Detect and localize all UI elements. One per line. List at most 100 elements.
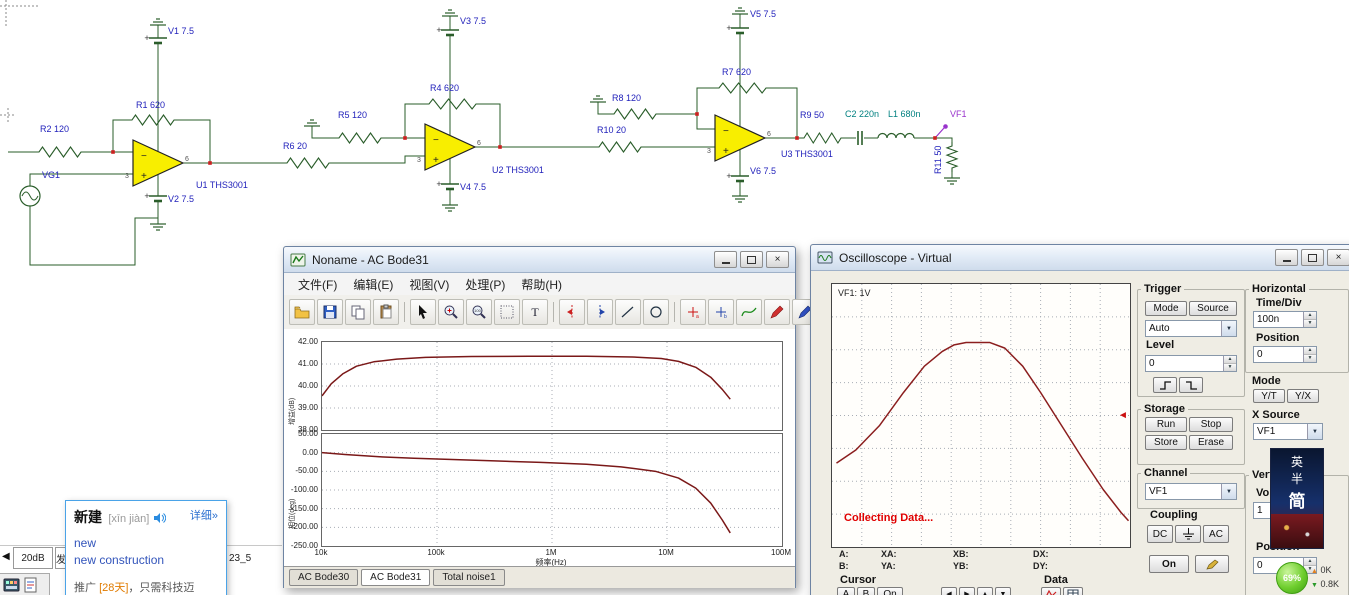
readout-b: B: [839, 561, 849, 571]
y-tick: 0.00 [302, 448, 318, 457]
trigger-falling-edge-button[interactable] [1179, 377, 1203, 393]
spin-up-icon[interactable]: ▲ [1224, 356, 1236, 364]
circle-tool-button[interactable] [643, 299, 669, 325]
sheet-tab-23-5[interactable]: 23_5 [229, 553, 251, 564]
ad-banner[interactable]: 英 半 简 [1270, 448, 1324, 549]
probe-button[interactable] [1195, 555, 1229, 573]
zoom-in-button[interactable] [438, 299, 464, 325]
spinner-arrows: ▲▼ [1303, 312, 1316, 327]
bode-chart-area[interactable]: 增益(dB) 42.00 41.00 40.00 39.00 38.00 相位(… [284, 329, 795, 567]
tab-ac-bode30[interactable]: AC Bode30 [289, 569, 359, 586]
channel-dropdown[interactable]: VF1 ▼ [1145, 483, 1237, 500]
document-icon[interactable] [23, 577, 38, 593]
gain-plot[interactable] [321, 341, 783, 431]
cursor-a-button[interactable] [559, 299, 585, 325]
trigger-mode-button[interactable]: Mode [1145, 301, 1187, 316]
cursor-right-button[interactable]: ▶ [959, 587, 975, 595]
optimization-ball[interactable]: 69% [1276, 562, 1308, 594]
resistor-label: R4 620 [430, 83, 460, 93]
menu-view[interactable]: 视图(V) [401, 274, 457, 295]
copy-button[interactable] [345, 299, 371, 325]
maximize-button[interactable] [1301, 249, 1324, 266]
cursor-left-button[interactable]: ◀ [941, 587, 957, 595]
erase-button[interactable]: Erase [1189, 435, 1233, 450]
h-position-spinner[interactable]: 0 ▲ ▼ [1253, 346, 1317, 363]
svg-text:3: 3 [125, 173, 129, 180]
menu-file[interactable]: 文件(F) [290, 274, 345, 295]
spin-up-icon[interactable]: ▲ [1304, 347, 1316, 355]
yt-mode-button[interactable]: Y/T [1253, 389, 1285, 403]
net-speed-widget[interactable]: 69% ▲ 0K ▼ 0.8K [1276, 562, 1339, 594]
cursor-up-button[interactable]: ▲ [977, 587, 993, 595]
scope-on-button[interactable]: On [1149, 555, 1189, 573]
popup-promo[interactable]: 推广 [28天]，只需科技迈 [74, 579, 220, 595]
speaker-icon[interactable] [153, 512, 166, 524]
dropdown-arrow-icon[interactable]: ▼ [1221, 484, 1236, 499]
spin-down-icon[interactable]: ▼ [1224, 364, 1236, 371]
time-div-value: 100n [1257, 314, 1280, 325]
pointer-button[interactable] [410, 299, 436, 325]
sheet-tab-20db[interactable]: 20dB [13, 547, 53, 569]
trigger-source-button[interactable]: Source [1189, 301, 1237, 316]
grid-button[interactable] [494, 299, 520, 325]
dropdown-arrow-icon[interactable]: ▼ [1221, 321, 1236, 336]
opamp-label: U2 THS3001 [492, 165, 544, 175]
time-div-spinner[interactable]: 100n ▲ ▼ [1253, 311, 1317, 328]
menu-edit[interactable]: 编辑(E) [345, 274, 401, 295]
svg-text:+: + [723, 146, 729, 157]
cursor-a-button[interactable]: A [837, 587, 855, 595]
marker-b-button[interactable]: b [708, 299, 734, 325]
menu-process[interactable]: 处理(P) [457, 274, 513, 295]
trigger-level-label: Level [1146, 339, 1175, 351]
data-table-button[interactable] [1063, 587, 1083, 595]
bode-titlebar[interactable]: Noname - AC Bode31 × [284, 247, 795, 273]
spin-up-icon[interactable]: ▲ [1304, 312, 1316, 320]
cursor-down-button[interactable]: ▼ [995, 587, 1011, 595]
spin-down-icon[interactable]: ▼ [1304, 355, 1316, 362]
tab-scroll-left-icon[interactable]: ◀ [2, 551, 10, 562]
minimize-button[interactable] [714, 251, 737, 268]
yx-mode-button[interactable]: Y/X [1287, 389, 1319, 403]
collecting-status: Collecting Data... [844, 512, 934, 524]
trigger-level-spinner[interactable]: 0 ▲ ▼ [1145, 355, 1237, 372]
save-button[interactable] [317, 299, 343, 325]
menu-help[interactable]: 帮助(H) [513, 274, 570, 295]
tab-total-noise[interactable]: Total noise1 [433, 569, 505, 586]
cursor-b-button[interactable]: B [857, 587, 875, 595]
stop-button[interactable]: Stop [1189, 417, 1233, 432]
maximize-button[interactable] [740, 251, 763, 268]
line-tool-button[interactable] [615, 299, 641, 325]
data-export-button[interactable] [1041, 587, 1061, 595]
popup-detail-link[interactable]: 详细» [190, 507, 218, 523]
cursor-b-button[interactable] [587, 299, 613, 325]
interpolate-button[interactable] [736, 299, 762, 325]
tab-ac-bode31[interactable]: AC Bode31 [361, 569, 431, 586]
scope-titlebar[interactable]: Oscilloscope - Virtual × [811, 245, 1349, 271]
coupling-ac-button[interactable]: AC [1203, 525, 1229, 543]
run-button[interactable]: Run [1145, 417, 1187, 432]
close-button[interactable]: × [1327, 249, 1349, 266]
paste-button[interactable] [373, 299, 399, 325]
trigger-mode-dropdown[interactable]: Auto ▼ [1145, 320, 1237, 337]
phase-plot[interactable] [321, 433, 783, 547]
y-tick: -200.00 [290, 522, 318, 531]
falling-edge-icon [1185, 380, 1197, 390]
zoom-100-button[interactable]: 100 [466, 299, 492, 325]
interpolate-icon [741, 307, 757, 317]
open-button[interactable] [289, 299, 315, 325]
coupling-ground-button[interactable] [1175, 525, 1201, 543]
pen-red-button[interactable] [764, 299, 790, 325]
store-button[interactable]: Store [1145, 435, 1187, 450]
text-tool-button[interactable]: T [522, 299, 548, 325]
dropdown-arrow-icon[interactable]: ▼ [1307, 424, 1322, 439]
x-source-dropdown[interactable]: VF1 ▼ [1253, 423, 1323, 440]
cursor-on-button[interactable]: On [877, 587, 903, 595]
close-button[interactable]: × [766, 251, 789, 268]
minimize-button[interactable] [1275, 249, 1298, 266]
marker-a-button[interactable]: a [680, 299, 706, 325]
coupling-dc-button[interactable]: DC [1147, 525, 1173, 543]
spin-down-icon[interactable]: ▼ [1304, 320, 1316, 327]
y-tick: 40.00 [297, 381, 318, 390]
display-panel-icon[interactable] [3, 577, 20, 593]
trigger-rising-edge-button[interactable] [1153, 377, 1177, 393]
